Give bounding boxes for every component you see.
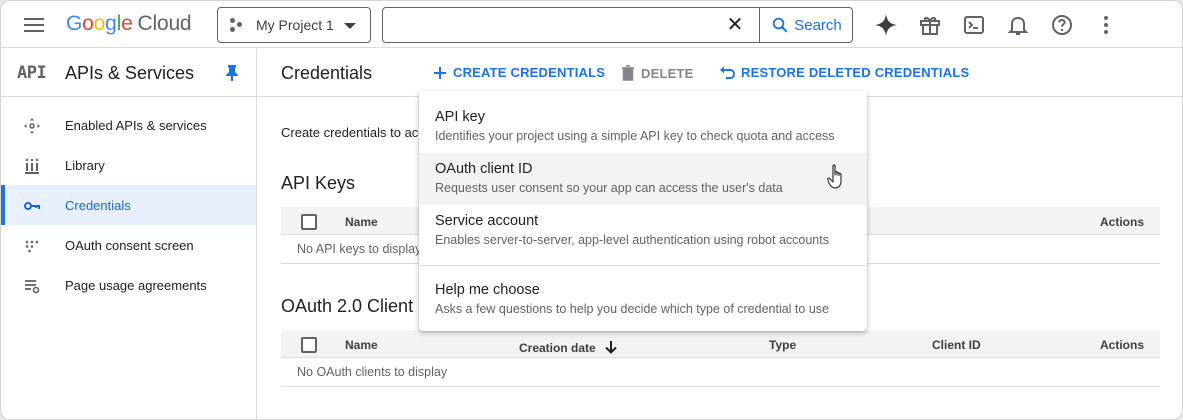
create-credentials-label: CREATE CREDENTIALS xyxy=(453,65,606,80)
arrow-down-icon xyxy=(604,341,617,354)
sidebar-title: APIs & Services xyxy=(65,63,195,83)
bell-icon[interactable] xyxy=(1006,13,1030,37)
menu-item-title: Help me choose xyxy=(435,282,540,298)
project-name: My Project 1 xyxy=(256,17,334,33)
empty-message: No API keys to display xyxy=(297,242,422,256)
menu-item-description: Identifies your project using a simple A… xyxy=(435,129,835,143)
column-header[interactable]: Type xyxy=(769,338,796,352)
menu-divider xyxy=(419,265,867,266)
sidebar-item-page-usage[interactable]: Page usage agreements xyxy=(1,265,256,305)
column-header: Actions xyxy=(1099,338,1144,352)
oauth-clients-table: Name Creation date Type Client ID Action… xyxy=(281,330,1160,387)
menu-icon[interactable] xyxy=(22,15,46,35)
library-icon xyxy=(25,159,39,174)
project-dots-icon xyxy=(230,18,244,32)
pin-icon[interactable] xyxy=(225,65,239,81)
page-header: Credentials CREATE CREDENTIALS DELETE RE… xyxy=(257,49,1182,97)
hub-icon xyxy=(24,118,40,134)
menu-item-description: Requests user consent so your app can ac… xyxy=(435,181,783,195)
sidebar-item-oauth-consent[interactable]: OAuth consent screen xyxy=(1,225,256,265)
select-all-checkbox[interactable] xyxy=(301,337,317,353)
gift-icon[interactable] xyxy=(918,13,942,37)
search-button[interactable]: Search xyxy=(759,8,853,42)
sidebar-item-label: Library xyxy=(65,158,105,173)
terminal-icon[interactable] xyxy=(962,13,986,37)
key-icon xyxy=(24,202,40,210)
menu-item-oauth-client-id[interactable]: OAuth client ID Requests user consent so… xyxy=(419,153,867,205)
column-header-label: Creation date xyxy=(519,341,596,355)
empty-message: No OAuth clients to display xyxy=(297,365,448,379)
sidebar-item-library[interactable]: Library xyxy=(1,145,256,185)
sidebar-item-label: OAuth consent screen xyxy=(65,238,194,253)
select-all-checkbox[interactable] xyxy=(301,214,317,230)
google-cloud-logo[interactable]: Google Cloud xyxy=(66,12,192,36)
menu-item-title: API key xyxy=(435,109,485,125)
app-window: Google Cloud My Project 1 ✕ Search API AP xyxy=(0,0,1183,420)
top-app-bar: Google Cloud My Project 1 ✕ Search xyxy=(1,1,1182,48)
menu-item-description: Enables server-to-server, app-level auth… xyxy=(435,233,829,247)
trash-icon xyxy=(622,65,634,81)
menu-item-service-account[interactable]: Service account Enables server-to-server… xyxy=(419,205,867,257)
plus-icon xyxy=(434,66,446,79)
more-vert-icon[interactable] xyxy=(1094,13,1118,37)
column-header-creation-date[interactable]: Creation date xyxy=(519,338,618,355)
menu-item-api-key[interactable]: API key Identifies your project using a … xyxy=(419,101,867,153)
gemini-icon[interactable] xyxy=(874,13,898,37)
column-header[interactable]: Client ID xyxy=(932,338,981,352)
api-icon: API xyxy=(17,63,47,83)
undo-icon xyxy=(720,66,735,79)
settings-list-icon xyxy=(25,280,40,294)
delete-button[interactable]: DELETE xyxy=(621,65,693,81)
caret-down-icon xyxy=(344,23,356,29)
consent-icon xyxy=(25,240,39,253)
search-icon xyxy=(772,17,788,33)
project-picker[interactable]: My Project 1 xyxy=(217,7,371,43)
search-bar: ✕ Search xyxy=(382,7,853,43)
delete-label: DELETE xyxy=(641,65,694,81)
restore-deleted-label: RESTORE DELETED CREDENTIALS xyxy=(741,65,970,80)
create-credentials-button[interactable]: CREATE CREDENTIALS xyxy=(433,65,605,80)
search-input[interactable] xyxy=(383,8,723,42)
table-header: Name Creation date Type Client ID Action… xyxy=(281,330,1160,358)
sidebar: API APIs & Services Enabled APIs & servi… xyxy=(1,49,257,419)
help-icon[interactable] xyxy=(1050,13,1074,37)
sidebar-item-label: Enabled APIs & services xyxy=(65,118,207,133)
column-header[interactable]: Name xyxy=(345,338,378,352)
page-title: Credentials xyxy=(281,63,373,83)
column-header[interactable]: Name xyxy=(345,215,378,229)
menu-item-title: Service account xyxy=(435,213,539,229)
clear-icon[interactable]: ✕ xyxy=(724,14,746,36)
sidebar-item-label: Credentials xyxy=(65,198,131,213)
sidebar-item-credentials[interactable]: Credentials xyxy=(1,185,256,225)
api-keys-heading: API Keys xyxy=(281,173,356,193)
column-header: Actions xyxy=(1099,215,1144,229)
search-button-label: Search xyxy=(794,16,842,34)
menu-item-help-me-choose[interactable]: Help me choose Asks a few questions to h… xyxy=(419,274,867,326)
menu-item-title: OAuth client ID xyxy=(435,161,533,177)
menu-item-description: Asks a few questions to help you decide … xyxy=(435,302,829,316)
sidebar-header: API APIs & Services xyxy=(1,49,256,97)
sidebar-item-label: Page usage agreements xyxy=(65,278,207,293)
create-credentials-menu: API key Identifies your project using a … xyxy=(419,91,867,331)
empty-row: No OAuth clients to display xyxy=(281,358,1160,387)
restore-deleted-button[interactable]: RESTORE DELETED CREDENTIALS xyxy=(719,65,969,80)
sidebar-item-enabled-apis[interactable]: Enabled APIs & services xyxy=(1,105,256,145)
